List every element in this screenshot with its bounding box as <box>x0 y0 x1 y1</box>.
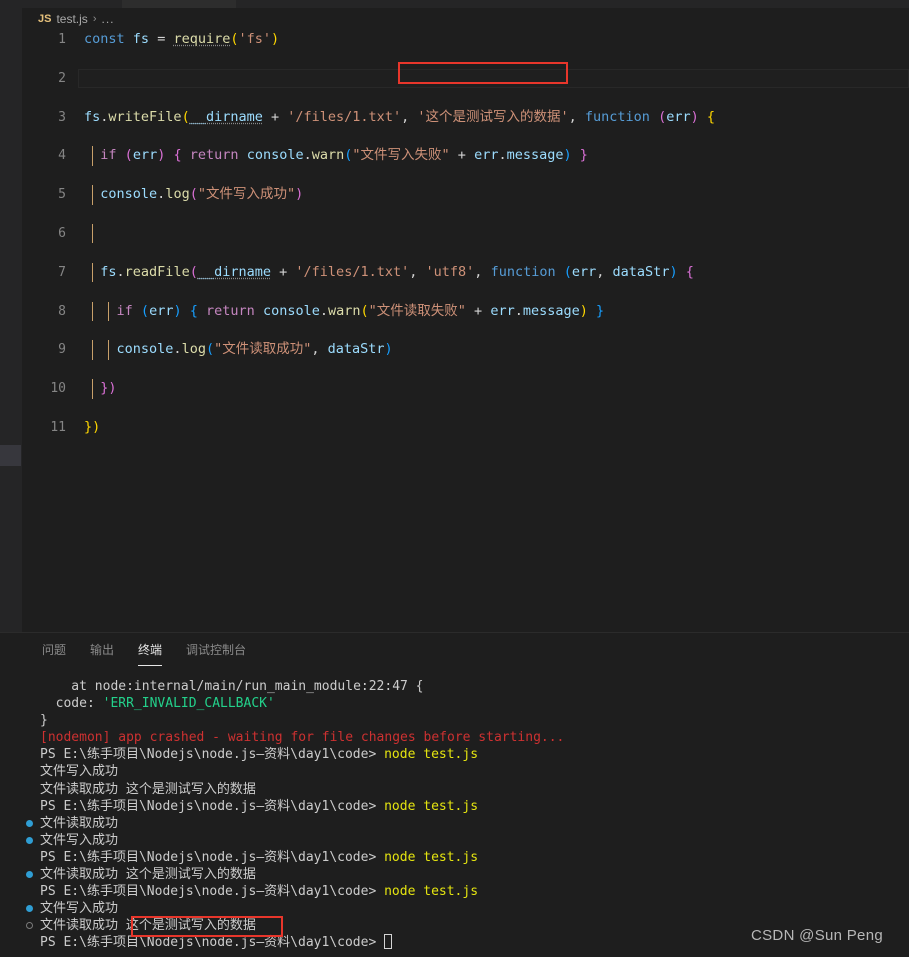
terminal-line: 文件读取成功 这个是测试写入的数据 <box>0 781 909 798</box>
terminal-text: 文件写入成功 <box>40 832 119 848</box>
terminal-text: PS E:\练手项目\Nodejs\node.js—资料\day1\code> <box>40 849 385 865</box>
terminal-line: PS E:\练手项目\Nodejs\node.js—资料\day1\code> … <box>0 883 909 900</box>
line-number: 9 <box>58 342 66 358</box>
code-line-content: const fs = require('fs') <box>84 31 280 47</box>
code-line-content: if (err) { return console.warn("文件写入失败" … <box>100 147 588 164</box>
terminal-line: 文件写入成功 <box>0 832 909 849</box>
terminal-text: 文件读取成功 <box>40 815 119 831</box>
watermark: CSDN @Sun Peng <box>751 927 883 944</box>
panel-tab-terminal[interactable]: 终端 <box>138 641 163 666</box>
terminal-cursor <box>384 934 393 950</box>
line-number: 10 <box>50 381 66 397</box>
terminal-text: PS E:\练手项目\Nodejs\node.js—资料\day1\code> <box>40 935 385 951</box>
terminal-text: } <box>40 713 48 729</box>
terminal-text: 'ERR_INVALID_CALLBACK' <box>102 696 275 712</box>
terminal-line: PS E:\练手项目\Nodejs\node.js—资料\day1\code> … <box>0 746 909 763</box>
panel-tab-problems[interactable]: 问题 <box>42 641 66 661</box>
terminal-text: 文件写入成功 <box>40 901 119 917</box>
code-line[interactable]: 6 <box>22 223 909 244</box>
terminal-line: code: 'ERR_INVALID_CALLBACK' <box>0 695 909 712</box>
current-line-highlight <box>78 68 909 88</box>
terminal-text: 文件写入成功 <box>40 764 119 780</box>
code-line[interactable]: 7 fs.readFile(__dirname + '/files/1.txt'… <box>22 262 909 283</box>
terminal-text: PS E:\练手项目\Nodejs\node.js—资料\day1\code> <box>40 798 385 814</box>
code-line-content: }) <box>100 380 117 397</box>
command-success-decoration-icon[interactable] <box>26 836 33 844</box>
command-pending-decoration-icon[interactable] <box>26 922 33 930</box>
vscode-window: JS test.js › ... 1 const fs = require('f… <box>0 0 909 956</box>
terminal-text: [nodemon] app crashed - waiting for file… <box>40 730 565 746</box>
code-line-content: if (err) { return console.warn("文件读取失败" … <box>116 302 605 319</box>
terminal-output[interactable]: at node:internal/main/run_main_module:22… <box>0 678 909 957</box>
editor-tab-test-js[interactable] <box>122 0 236 8</box>
terminal-line: PS E:\练手项目\Nodejs\node.js—资料\day1\code> … <box>0 798 909 815</box>
code-line[interactable]: 5 console.log("文件写入成功") <box>22 185 909 205</box>
terminal-line: [nodemon] app crashed - waiting for file… <box>0 729 909 746</box>
terminal-text: node test.js <box>384 747 479 763</box>
line-number: 7 <box>58 264 66 280</box>
code-line[interactable]: 8 if (err) { return console.warn("文件读取失败… <box>22 301 909 321</box>
code-line[interactable]: 2 <box>22 68 909 88</box>
code-line[interactable]: 11 }) <box>22 418 909 437</box>
chevron-right-icon: › <box>92 13 97 25</box>
code-line[interactable]: 3 fs.writeFile(__dirname + '/files/1.txt… <box>22 108 909 127</box>
terminal-line: 文件读取成功 <box>0 815 909 832</box>
bottom-panel: 问题 输出 终端 调试控制台 at node:internal/main/run… <box>0 632 909 956</box>
editor-scrollbar-thumb[interactable] <box>0 445 21 466</box>
terminal-line: at node:internal/main/run_main_module:22… <box>0 678 909 695</box>
command-success-decoration-icon[interactable] <box>26 871 33 879</box>
command-success-decoration-icon[interactable] <box>26 905 33 913</box>
line-number: 4 <box>58 148 66 164</box>
indent-guide <box>92 223 93 244</box>
line-number: 1 <box>58 32 66 47</box>
panel-tab-bar[interactable]: 问题 输出 终端 调试控制台 <box>0 633 246 668</box>
line-number: 6 <box>58 225 66 241</box>
code-line[interactable]: 4 if (err) { return console.warn("文件写入失败… <box>22 146 909 166</box>
terminal-text: node test.js <box>384 849 479 865</box>
terminal-text: code: <box>40 696 103 712</box>
code-line[interactable]: 10 }) <box>22 379 909 399</box>
code-line-content: console.log("文件读取成功", dataStr) <box>116 341 393 358</box>
terminal-text: 文件读取成功 这个是测试写入的数据 <box>40 867 256 883</box>
code-line-content: }) <box>84 418 101 435</box>
terminal-line: 文件读取成功 这个是测试写入的数据 <box>0 866 909 883</box>
editor-tab-strip[interactable] <box>22 0 909 8</box>
panel-tab-output[interactable]: 输出 <box>90 641 114 661</box>
line-number: 2 <box>58 70 66 86</box>
panel-tab-debug-console[interactable]: 调试控制台 <box>186 641 246 661</box>
line-number: 3 <box>58 109 66 125</box>
code-line-content: fs.readFile(__dirname + '/files/1.txt', … <box>100 263 694 280</box>
terminal-text: 文件读取成功 这个是测试写入的数据 <box>40 781 256 797</box>
terminal-line: 文件写入成功 <box>0 900 909 917</box>
line-number: 8 <box>58 303 66 319</box>
code-line[interactable]: 1 const fs = require('fs') <box>22 30 909 49</box>
line-number: 5 <box>58 187 66 203</box>
terminal-text: at node:internal/main/run_main_module:22… <box>40 679 424 694</box>
code-line-content: fs.writeFile(__dirname + '/files/1.txt',… <box>84 108 716 125</box>
command-success-decoration-icon[interactable] <box>26 819 33 827</box>
terminal-line: 文件写入成功 <box>0 763 909 780</box>
left-edge-strip <box>0 0 22 632</box>
terminal-text: node test.js <box>384 884 479 900</box>
code-editor[interactable]: 1 const fs = require('fs') 2 3 fs.writeF… <box>22 30 909 632</box>
terminal-text: node test.js <box>384 798 479 814</box>
terminal-text: PS E:\练手项目\Nodejs\node.js—资料\day1\code> <box>40 747 385 763</box>
breadcrumb[interactable]: JS test.js › ... <box>22 8 909 30</box>
breadcrumb-more[interactable]: ... <box>101 12 114 26</box>
terminal-text: PS E:\练手项目\Nodejs\node.js—资料\day1\code> <box>40 884 385 900</box>
terminal-text: 文件读取成功 这个是测试写入的数据 <box>40 918 256 934</box>
code-line[interactable]: 9 console.log("文件读取成功", dataStr) <box>22 340 909 360</box>
js-file-icon: JS <box>38 13 52 25</box>
terminal-line: PS E:\练手项目\Nodejs\node.js—资料\day1\code> … <box>0 849 909 866</box>
breadcrumb-file-name[interactable]: test.js <box>56 12 87 26</box>
line-number: 11 <box>50 419 66 435</box>
code-line-content: console.log("文件写入成功") <box>100 186 304 203</box>
terminal-line: } <box>0 712 909 729</box>
